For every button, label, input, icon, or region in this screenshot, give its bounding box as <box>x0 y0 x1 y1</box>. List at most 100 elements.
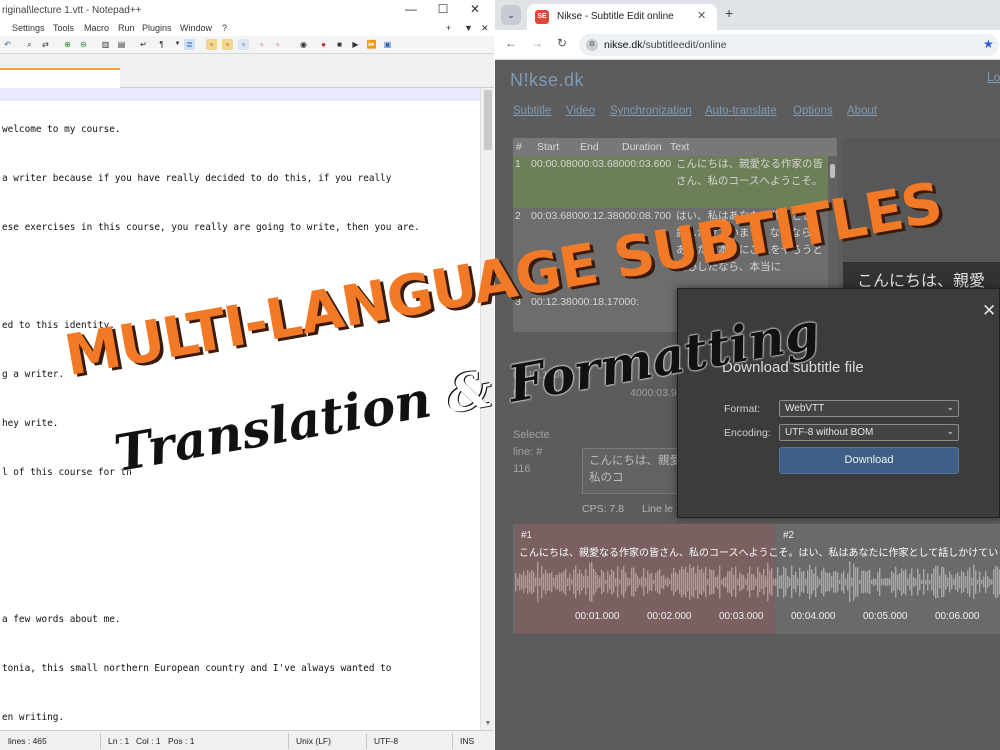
find-icon[interactable]: ⌕ <box>24 39 35 50</box>
tab-list-icon[interactable]: ▼ <box>464 23 473 33</box>
dropdown-icon[interactable]: ▼ <box>172 39 183 50</box>
format-select[interactable]: WebVTT ⌄ <box>779 400 959 417</box>
replace-icon[interactable]: ⇄ <box>40 39 51 50</box>
new-tab-icon[interactable]: + <box>725 5 733 21</box>
nav-subtitle[interactable]: Subtitle <box>513 105 551 117</box>
nav-options[interactable]: Options <box>793 105 833 117</box>
waveform-bar <box>627 577 629 587</box>
doc-map-icon[interactable]: ▫ <box>222 39 233 50</box>
wrap-icon[interactable]: ↵ <box>138 39 149 50</box>
menu-settings[interactable]: Settings <box>12 23 45 33</box>
lang-icon[interactable]: ▫ <box>206 39 217 50</box>
play-macro-icon[interactable]: ▶ <box>350 39 361 50</box>
subtitle-edit-page: N!kse.dk Lo Subtitle Video Synchronizati… <box>495 60 1000 750</box>
waveform-bar <box>839 579 841 585</box>
waveform-bar <box>785 568 787 596</box>
encoding-select[interactable]: UTF-8 without BOM ⌄ <box>779 424 959 441</box>
show-all-chars-icon[interactable]: ¶ <box>156 39 167 50</box>
stop-macro-icon[interactable]: ■ <box>334 39 345 50</box>
sync-v-icon[interactable]: ▥ <box>100 39 111 50</box>
tab-close-icon[interactable]: ✕ <box>697 9 706 22</box>
waveform-bar <box>889 578 891 586</box>
bookmark-star-icon[interactable]: ★ <box>983 37 994 51</box>
status-pos: Pos : 1 <box>168 736 195 746</box>
waveform-bar <box>521 574 523 590</box>
dialog-close-icon[interactable]: ✕ <box>982 301 996 321</box>
waveform-bar <box>673 567 675 597</box>
waveform-bar <box>649 573 651 591</box>
chevron-down-icon: ⌄ <box>946 426 954 436</box>
download-button[interactable]: Download <box>779 447 959 474</box>
maximize-icon[interactable]: ☐ <box>428 2 458 16</box>
waveform-bar <box>719 565 721 599</box>
run-macro-icon[interactable]: ⏩ <box>366 39 377 50</box>
waveform-bar <box>575 565 577 599</box>
forward-icon[interactable]: → <box>531 36 543 50</box>
eye-icon[interactable]: ◉ <box>298 39 309 50</box>
nav-synchronization[interactable]: Synchronization <box>610 105 692 117</box>
menu-run[interactable]: Run <box>118 23 135 33</box>
col-number: # <box>516 141 522 153</box>
record-macro-icon[interactable]: ● <box>318 39 329 50</box>
func-list-icon[interactable]: ▫ <box>238 39 249 50</box>
menu-plugins[interactable]: Plugins <box>142 23 172 33</box>
reload-icon[interactable]: ↻ <box>557 36 567 50</box>
waveform-bar <box>569 573 571 591</box>
back-icon[interactable]: ← <box>505 36 517 50</box>
browser-tab-title: Nikse - Subtitle Edit online <box>557 11 674 22</box>
waveform-bar <box>821 570 823 594</box>
menu-tools[interactable]: Tools <box>53 23 74 33</box>
folder-icon[interactable]: ▫ <box>256 39 267 50</box>
waveform-bar <box>929 579 931 585</box>
scroll-down-icon[interactable]: ▼ <box>481 720 495 727</box>
waveform-bar <box>787 575 789 589</box>
waveform-bar <box>769 570 771 594</box>
waveform-bar <box>701 568 703 596</box>
scrollbar-thumb[interactable] <box>484 90 492 150</box>
close-icon[interactable]: ✕ <box>460 2 490 16</box>
waveform-bar <box>805 578 807 586</box>
format-label: Format: <box>724 403 761 415</box>
time-tick: 00:05.000 <box>863 611 908 622</box>
menu-macro[interactable]: Macro <box>84 23 109 33</box>
waveform-bar <box>549 573 551 591</box>
login-link[interactable]: Lo <box>987 70 1000 84</box>
waveform-bar <box>863 570 865 594</box>
tab-lecture-vtt[interactable] <box>0 68 120 88</box>
close-doc-icon[interactable]: ✕ <box>481 23 489 34</box>
sync-h-icon[interactable]: ▤ <box>116 39 127 50</box>
waveform-panel[interactable]: #1 #2 こんにちは、親愛なる作家の皆さん、私のコースへようこそ。はい、私はあ… <box>513 524 1000 634</box>
nav-auto-translate[interactable]: Auto-translate <box>705 105 777 117</box>
minimize-icon[interactable]: — <box>396 2 426 16</box>
zoom-out-icon[interactable]: ⊖ <box>78 39 89 50</box>
site-logo[interactable]: N!kse.dk <box>510 70 584 91</box>
monitor-icon[interactable]: ▫ <box>272 39 283 50</box>
browser-tab[interactable]: SE Nikse - Subtitle Edit online ✕ <box>527 4 717 30</box>
address-bar[interactable]: ⚙ nikse.dk/subtitleedit/online ★ <box>579 34 999 56</box>
time-tick: 00:06.000 <box>935 611 980 622</box>
site-info-icon[interactable]: ⚙ <box>586 39 598 51</box>
waveform-bar <box>667 577 669 587</box>
zoom-in-icon[interactable]: ⊕ <box>62 39 73 50</box>
notepadpp-toolbar: ↶ ⌕ ⇄ ⊕ ⊖ ▥ ▤ ↵ ¶ ▼ ≣ ▫ ▫ ▫ ▫ ▫ ◉ ● ■ ▶ … <box>0 36 494 54</box>
add-tab-icon[interactable]: + <box>446 23 451 33</box>
save-macro-icon[interactable]: ▣ <box>382 39 393 50</box>
grid-scrollbar-thumb[interactable] <box>830 164 835 178</box>
waveform-bar <box>819 579 821 585</box>
indent-guide-icon[interactable]: ≣ <box>184 39 195 50</box>
nav-about[interactable]: About <box>847 105 877 117</box>
waveform-bar <box>707 579 709 585</box>
waveform-bar <box>973 564 975 600</box>
menu-window[interactable]: Window <box>180 23 212 33</box>
waveform-bar <box>881 578 883 586</box>
waveform-bar <box>663 574 665 590</box>
waveform-bar <box>661 575 663 589</box>
menu-help[interactable]: ? <box>222 23 227 33</box>
nav-video[interactable]: Video <box>566 105 595 117</box>
tab-search-icon[interactable]: ⌄ <box>501 5 521 25</box>
waveform-bar <box>841 573 843 591</box>
waveform-bar <box>671 573 673 591</box>
waveform-bar <box>783 566 785 598</box>
waveform-bar <box>623 566 625 598</box>
undo-icon[interactable]: ↶ <box>2 39 13 50</box>
